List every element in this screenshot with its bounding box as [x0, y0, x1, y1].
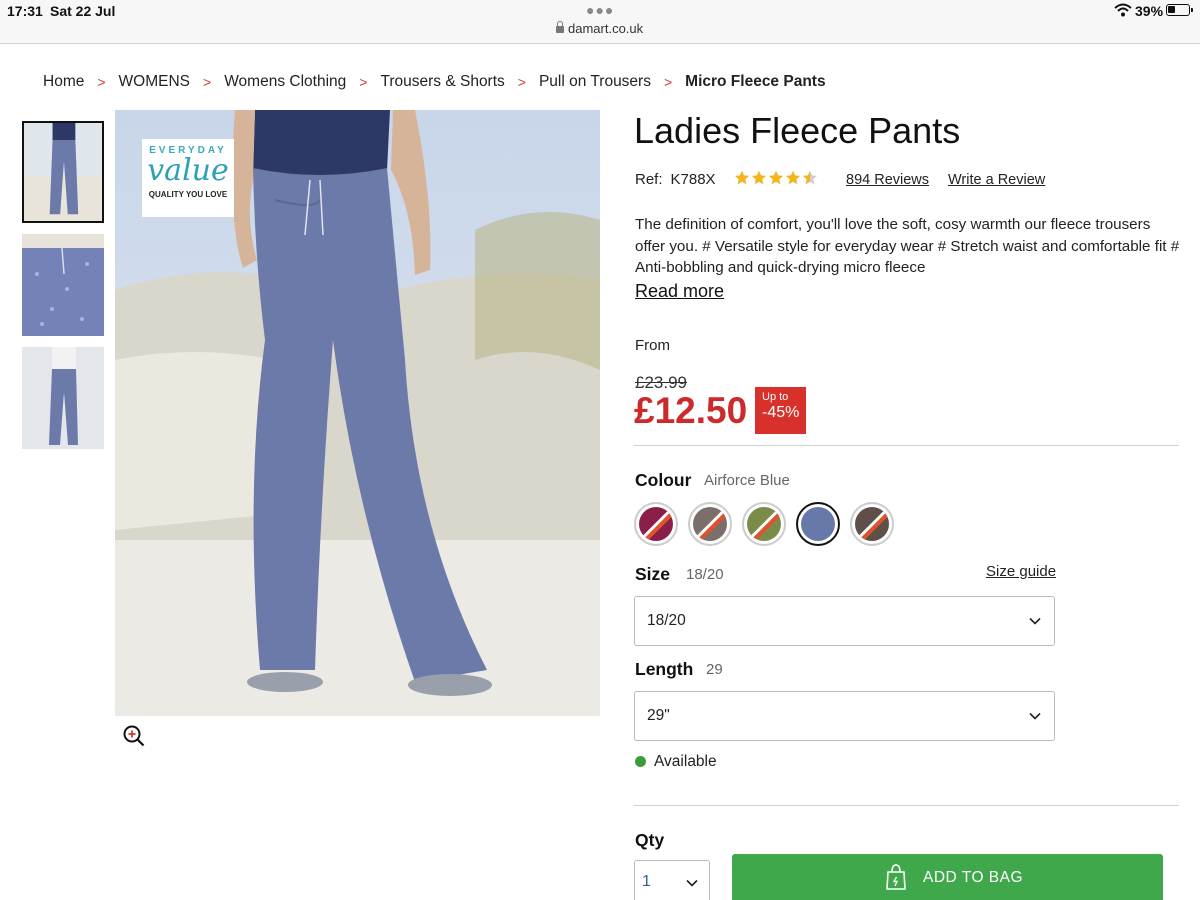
add-to-bag-label: ADD TO BAG	[923, 869, 1024, 886]
main-product-image[interactable]: EVERYDAY value QUALITY YOU LOVE	[115, 110, 600, 716]
chevron-down-icon	[1029, 712, 1041, 720]
ref-value: K788X	[670, 171, 716, 188]
length-dropdown[interactable]: 29"	[634, 691, 1055, 741]
breadcrumb-separator: >	[663, 74, 673, 90]
lock-icon	[556, 21, 564, 33]
colour-swatch-3[interactable]	[742, 502, 786, 546]
star-icon	[751, 170, 767, 185]
tab-options-icon[interactable]: ●●●	[586, 2, 614, 18]
star-icon	[802, 170, 818, 185]
swatch-fill	[801, 507, 835, 541]
product-ref: Ref: K788X	[635, 171, 716, 189]
colour-swatch-5[interactable]	[850, 502, 894, 546]
colour-swatch-2[interactable]	[688, 502, 732, 546]
everyday-value-badge: EVERYDAY value QUALITY YOU LOVE	[142, 139, 234, 217]
breadcrumb-separator: >	[517, 74, 526, 90]
ref-label: Ref:	[635, 171, 663, 188]
status-time: 17:31	[7, 3, 43, 19]
swatch-fill	[855, 507, 889, 541]
thumbnail-2[interactable]	[22, 234, 104, 336]
unavailable-stripe	[747, 507, 781, 541]
discount-line2: -45%	[762, 404, 800, 421]
size-label: Size	[635, 564, 671, 584]
breadcrumb-current: Micro Fleece Pants	[685, 73, 826, 90]
discount-badge: Up to -45%	[755, 387, 806, 434]
swatch-fill	[747, 507, 781, 541]
availability-text: Available	[654, 753, 717, 770]
star-icon	[734, 170, 750, 185]
breadcrumb-separator: >	[97, 74, 106, 90]
price-from-label: From	[635, 337, 670, 354]
breadcrumb: Home > WOMENS > Womens Clothing > Trouse…	[43, 72, 826, 92]
address-bar[interactable]: damart.co.uk	[556, 21, 643, 36]
length-selected-value: 29	[706, 661, 723, 678]
shopping-bag-icon	[886, 864, 906, 890]
read-more-link[interactable]: Read more	[635, 281, 724, 302]
product-description: The definition of comfort, you'll love t…	[635, 216, 1180, 276]
length-label: Length	[635, 659, 694, 679]
discount-line1: Up to	[762, 391, 789, 403]
rating-stars[interactable]	[734, 170, 818, 188]
badge-line3: QUALITY YOU LOVE	[148, 190, 228, 199]
star-icon	[768, 170, 784, 185]
add-to-bag-button[interactable]: ADD TO BAG	[732, 854, 1163, 900]
colour-swatch-1[interactable]	[634, 502, 678, 546]
qty-dropdown[interactable]: 1	[634, 860, 710, 900]
unavailable-stripe	[639, 507, 673, 541]
write-review-link[interactable]: Write a Review	[948, 172, 1045, 188]
sale-price: £12.50	[634, 390, 748, 431]
colour-selected-value: Airforce Blue	[704, 472, 790, 489]
thumbnail-1[interactable]	[22, 121, 104, 223]
chevron-down-icon	[1029, 617, 1041, 625]
star-icon	[785, 170, 801, 185]
breadcrumb-home[interactable]: Home	[43, 73, 84, 91]
size-guide-link[interactable]: Size guide	[986, 563, 1056, 580]
url-text: damart.co.uk	[568, 21, 644, 36]
chevron-down-icon	[686, 879, 698, 887]
zoom-in-icon[interactable]	[123, 725, 145, 747]
colour-swatch-4[interactable]	[796, 502, 840, 546]
qty-label: Qty	[635, 830, 665, 850]
battery-icon	[1166, 4, 1193, 16]
breadcrumb-separator: >	[203, 74, 212, 90]
status-bar: 17:31 Sat 22 Jul ●●● damart.co.uk 39%	[0, 0, 1200, 44]
divider	[634, 445, 1179, 446]
availability-dot	[635, 756, 646, 767]
size-dropdown-value: 18/20	[647, 612, 686, 629]
size-selected-value: 18/20	[686, 566, 724, 583]
unavailable-stripe	[855, 507, 889, 541]
colour-label: Colour	[635, 470, 692, 490]
wifi-icon	[1114, 3, 1132, 17]
swatch-fill	[693, 507, 727, 541]
battery-percentage: 39%	[1135, 3, 1164, 19]
breadcrumb-womens-clothing[interactable]: Womens Clothing	[224, 73, 346, 91]
thumbnail-3[interactable]	[22, 347, 104, 449]
swatch-fill	[639, 507, 673, 541]
status-date: Sat 22 Jul	[50, 3, 116, 19]
size-dropdown[interactable]: 18/20	[634, 596, 1055, 646]
breadcrumb-womens[interactable]: WOMENS	[119, 73, 190, 91]
product-title: Ladies Fleece Pants	[634, 110, 961, 151]
breadcrumb-trousers-shorts[interactable]: Trousers & Shorts	[380, 73, 504, 91]
badge-line2: value	[147, 153, 229, 188]
unavailable-stripe	[693, 507, 727, 541]
reviews-link[interactable]: 894 Reviews	[846, 172, 929, 188]
length-dropdown-value: 29"	[647, 707, 670, 724]
breadcrumb-pull-on-trousers[interactable]: Pull on Trousers	[539, 73, 651, 91]
breadcrumb-separator: >	[359, 74, 368, 90]
divider	[634, 805, 1179, 806]
qty-dropdown-value: 1	[642, 873, 651, 890]
